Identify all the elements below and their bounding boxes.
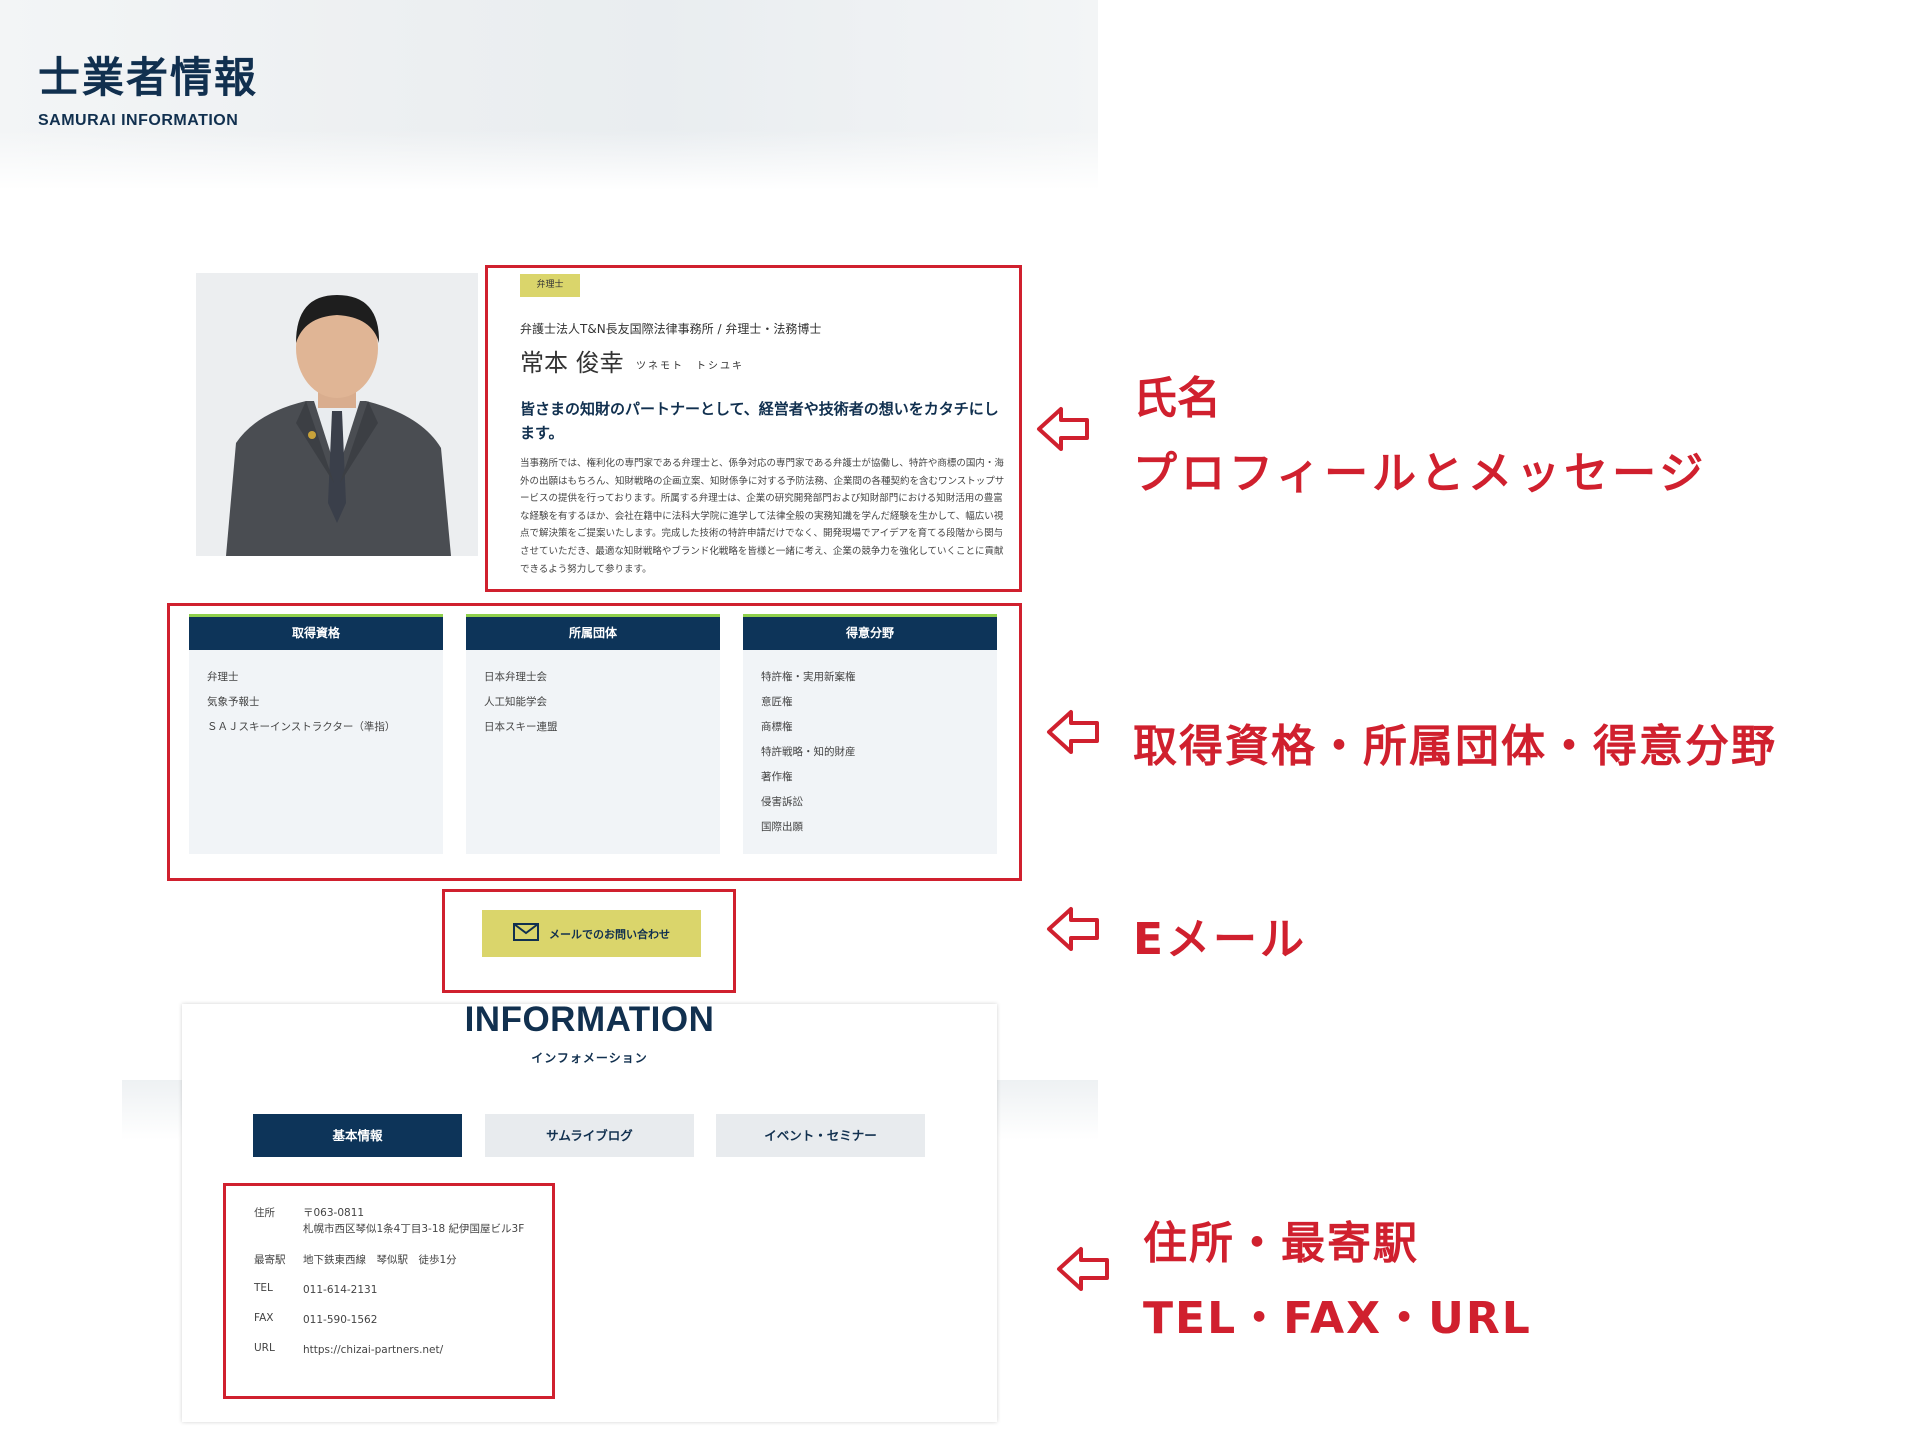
- tab-samurai-blog[interactable]: サムライブログ: [485, 1114, 694, 1157]
- profession-tag: 弁理士: [520, 274, 580, 297]
- card-specialties: 得意分野 特許権・実用新案権 意匠権 商標権 特許戦略・知的財産 著作権 侵害訴…: [743, 614, 997, 854]
- list-item: 特許権・実用新案権: [761, 671, 856, 683]
- address-zip: 〒063-0811: [303, 1207, 365, 1219]
- information-subtitle: インフォメーション: [531, 1051, 648, 1065]
- fax-label: FAX: [254, 1312, 274, 1324]
- email-button-label: メールでのお問い合わせ: [549, 927, 670, 941]
- tel-label: TEL: [254, 1282, 273, 1294]
- list-item: 著作権: [761, 771, 793, 783]
- list-item: ＳＡＪスキーインストラクター（準指）: [207, 721, 396, 733]
- card-affiliations: 所属団体 日本弁理士会 人工知能学会 日本スキー連盟: [466, 614, 720, 854]
- list-item: 日本スキー連盟: [484, 721, 558, 733]
- list-item: 気象予報士: [207, 696, 260, 708]
- list-item: 日本弁理士会: [484, 671, 547, 683]
- list-item: 意匠権: [761, 696, 793, 708]
- profile-headline: 皆さまの知財のパートナーとして、経営者や技術者の想いをカタチにします。: [520, 400, 999, 442]
- annotation-cards: 取得資格・所属団体・得意分野: [1133, 721, 1777, 772]
- address-label: 住所: [254, 1207, 275, 1219]
- url-link[interactable]: https://chizai-partners.net/: [303, 1342, 443, 1358]
- list-item: 国際出願: [761, 821, 803, 833]
- list-item: 特許戦略・知的財産: [761, 746, 856, 758]
- list-item: 弁理士: [207, 671, 239, 683]
- tab-basic-info[interactable]: 基本情報: [253, 1114, 462, 1157]
- card-title: 取得資格: [189, 614, 443, 650]
- station-value: 地下鉄東西線 琴似駅 徒歩1分: [303, 1254, 457, 1266]
- fax-value: 011-590-1562: [303, 1314, 378, 1326]
- page-subtitle: SAMURAI INFORMATION: [38, 112, 239, 129]
- card-title: 得意分野: [743, 614, 997, 650]
- annotation-address: 住所・最寄駅: [1143, 1218, 1419, 1269]
- list-item: 人工知能学会: [484, 696, 547, 708]
- arrow-left-icon: [1037, 407, 1089, 451]
- annotation-contact: TEL・FAX・URL: [1143, 1293, 1532, 1344]
- arrow-left-icon: [1057, 1247, 1109, 1291]
- firm-line: 弁護士法人T&N長友国際法律事務所 / 弁理士・法務博士: [520, 322, 822, 336]
- person-name-kana: ツネモト トシユキ: [636, 361, 744, 372]
- card-title: 所属団体: [466, 614, 720, 650]
- arrow-left-icon: [1047, 907, 1099, 951]
- email-contact-button[interactable]: メールでのお問い合わせ: [482, 910, 701, 957]
- list-item: 侵害訴訟: [761, 796, 803, 808]
- information-title: INFORMATION: [464, 1000, 715, 1039]
- card-qualifications: 取得資格 弁理士 気象予報士 ＳＡＪスキーインストラクター（準指）: [189, 614, 443, 854]
- list-item: 商標権: [761, 721, 793, 733]
- page-title: 士業者情報: [38, 53, 259, 102]
- tab-events-seminars[interactable]: イベント・セミナー: [716, 1114, 925, 1157]
- station-label: 最寄駅: [254, 1254, 286, 1266]
- person-name: 常本 俊幸: [520, 349, 624, 377]
- arrow-left-icon: [1047, 710, 1099, 754]
- annotation-profile: プロフィールとメッセージ: [1133, 448, 1708, 499]
- annotation-name: 氏名: [1133, 373, 1221, 424]
- profile-photo: [196, 273, 478, 556]
- profile-message: 当事務所では、権利化の専門家である弁理士と、係争対応の専門家である弁護士が協働し…: [520, 458, 1005, 575]
- annotation-email: Eメール: [1133, 914, 1308, 965]
- envelope-icon: [513, 923, 539, 944]
- tel-value: 011-614-2131: [303, 1284, 378, 1296]
- address-line: 札幌市西区琴似1条4丁目3-18 紀伊国屋ビル3F: [303, 1223, 525, 1235]
- url-label: URL: [254, 1342, 275, 1354]
